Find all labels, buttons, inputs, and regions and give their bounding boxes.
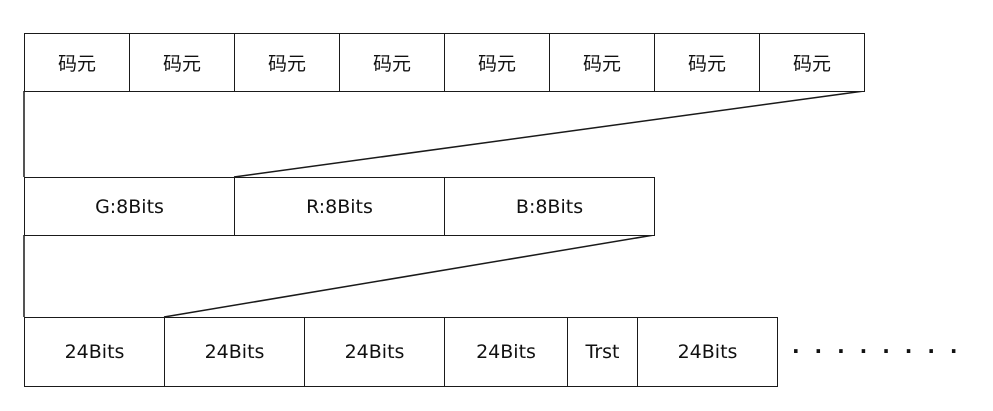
frame-24bits-cell: 24Bits [24,317,165,387]
code-element-cell: 码元 [654,33,760,92]
code-element-cell: 码元 [234,33,340,92]
red-bits-cell: R:8Bits [234,177,445,236]
frame-24bits-cell: 24Bits [164,317,305,387]
blue-bits-cell: B:8Bits [444,177,655,236]
frame-24bits-cell: 24Bits [637,317,778,387]
code-element-cell: 码元 [129,33,235,92]
connector-row2-right [163,234,655,318]
code-element-cell: 码元 [759,33,865,92]
green-bits-cell: G:8Bits [24,177,235,236]
reset-trst-cell: Trst [567,317,638,387]
code-element-cell: 码元 [549,33,655,92]
continuation-dots: · · · · · · · · · · · · [792,339,972,363]
frame-24bits-cell: 24Bits [304,317,445,387]
frame-structure-diagram: 码元 码元 码元 码元 码元 码元 码元 码元 G:8Bits R:8Bits … [0,0,993,411]
code-element-cell: 码元 [24,33,130,92]
code-element-cell: 码元 [339,33,445,92]
code-element-cell: 码元 [444,33,550,92]
connector-row1-right [233,90,865,178]
frame-24bits-cell: 24Bits [444,317,568,387]
